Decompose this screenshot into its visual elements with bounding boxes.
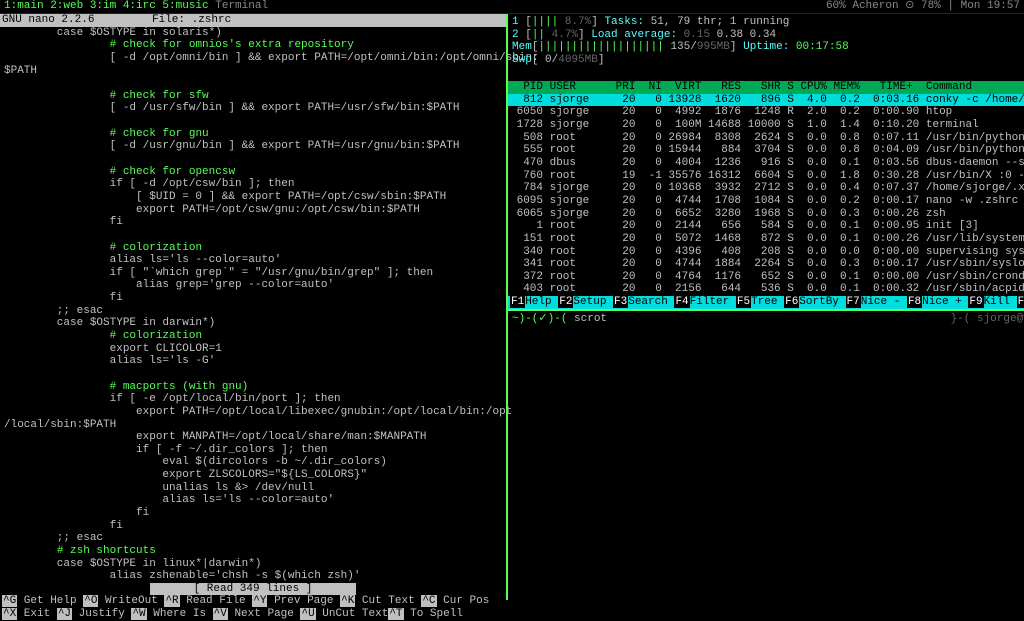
shell[interactable]: ~)-(✓)-( scrot }-( sjorge@yami )- (508, 309, 1024, 600)
clock: 60% Acheron ⊙ 78% | Mon 19:57 (826, 0, 1020, 13)
tab-main[interactable]: 1:main 2:web 3:im 4:irc 5:music (4, 0, 215, 12)
nano-titlebar: GNU nano 2.2.6File: .zshrc (0, 14, 506, 27)
proc-header[interactable]: PID USER PRI NI VIRT RES SHR S CPU% MEM%… (508, 81, 1024, 94)
proc-list[interactable]: 812 sjorge 20 0 13928 1620 896 S 4.0 0.2… (508, 94, 1024, 296)
htop-header: 1 [|||| 8.7%] Tasks: 51, 79 thr; 1 runni… (508, 14, 1024, 81)
nano-shortcuts: ^G Get Help ^O WriteOut ^R Read File ^Y … (0, 595, 506, 620)
statusbar: 1:main 2:web 3:im 4:irc 5:music Terminal… (0, 0, 1024, 14)
editor-body[interactable]: case $OSTYPE in solaris*) # check for om… (0, 27, 506, 583)
htop-fkeys[interactable]: F1Help F2Setup F3Search F4Filter F5Tree … (508, 296, 1024, 309)
nano-status: [ Read 349 lines ] (150, 583, 356, 596)
pane-right: 1 [|||| 8.7%] Tasks: 51, 79 thr; 1 runni… (508, 14, 1024, 600)
pane-left: GNU nano 2.2.6File: .zshrc case $OSTYPE … (0, 14, 508, 600)
